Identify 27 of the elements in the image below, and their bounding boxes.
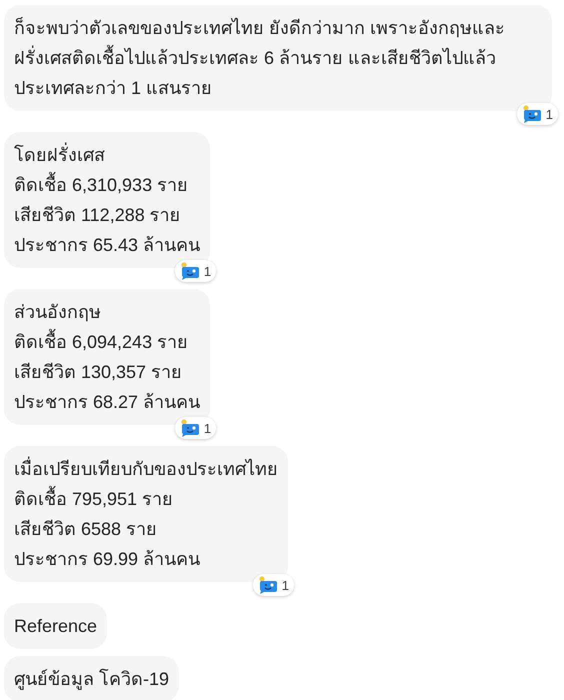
message-text: Reference bbox=[14, 615, 98, 638]
chat-bubble-emoji-icon bbox=[258, 576, 278, 594]
reaction-badge[interactable]: 1 bbox=[174, 260, 216, 282]
reaction-badge[interactable]: 1 bbox=[252, 574, 294, 596]
message-text: ก็จะพบว่าตัวเลขของประเทศไทย ยังดีกว่ามาก เพราะอังกฤษและฝรั่งเศสติดเชื้อไปแล้วประเทศละ 6 ล้านราย และเสียชีวิตไปแล้วประเทศละกว่า 1 แสนราย bbox=[14, 16, 506, 100]
reaction-badge[interactable]: 1 bbox=[516, 103, 558, 125]
reaction-count: 1 bbox=[282, 578, 289, 592]
message-line: ประชากร 68.27 ล้านคน bbox=[14, 391, 200, 414]
message-line: เสียชีวิต 112,288 ราย bbox=[14, 204, 182, 227]
message-line: เมื่อเปรียบเทียบกับของประเทศไทย bbox=[14, 454, 278, 484]
message-line: ส่วนอังกฤษ bbox=[14, 301, 102, 324]
message-line: เสียชีวิต 6588 ราย bbox=[14, 518, 158, 541]
message-line: ติดเชื้อ 6,094,243 ราย bbox=[14, 327, 200, 357]
message-line: ประชากร 65.43 ล้านคน bbox=[14, 234, 200, 257]
message-text: ศูนย์ข้อมูล โควิด-19 bbox=[14, 668, 170, 692]
message-line: ประชากร 69.99 ล้านคน bbox=[14, 548, 202, 571]
reaction-count: 1 bbox=[204, 422, 212, 434]
message-line: ติดเชื้อ 6,310,933 ราย bbox=[14, 170, 200, 200]
reaction-badge[interactable]: 1 bbox=[174, 417, 216, 439]
chat-bubble-emoji-icon bbox=[180, 419, 200, 437]
chat-bubble-emoji-icon bbox=[522, 105, 542, 123]
reaction-count: 1 bbox=[204, 264, 212, 278]
reaction-count: 1 bbox=[546, 108, 553, 120]
message-line: เสียชีวิต 130,357 ราย bbox=[14, 361, 184, 384]
message-line: ติดเชื้อ 795,951 ราย bbox=[14, 484, 278, 514]
message-line: โดยฝรั่งเศส bbox=[14, 140, 200, 170]
chat-bubble-emoji-icon bbox=[180, 262, 200, 280]
